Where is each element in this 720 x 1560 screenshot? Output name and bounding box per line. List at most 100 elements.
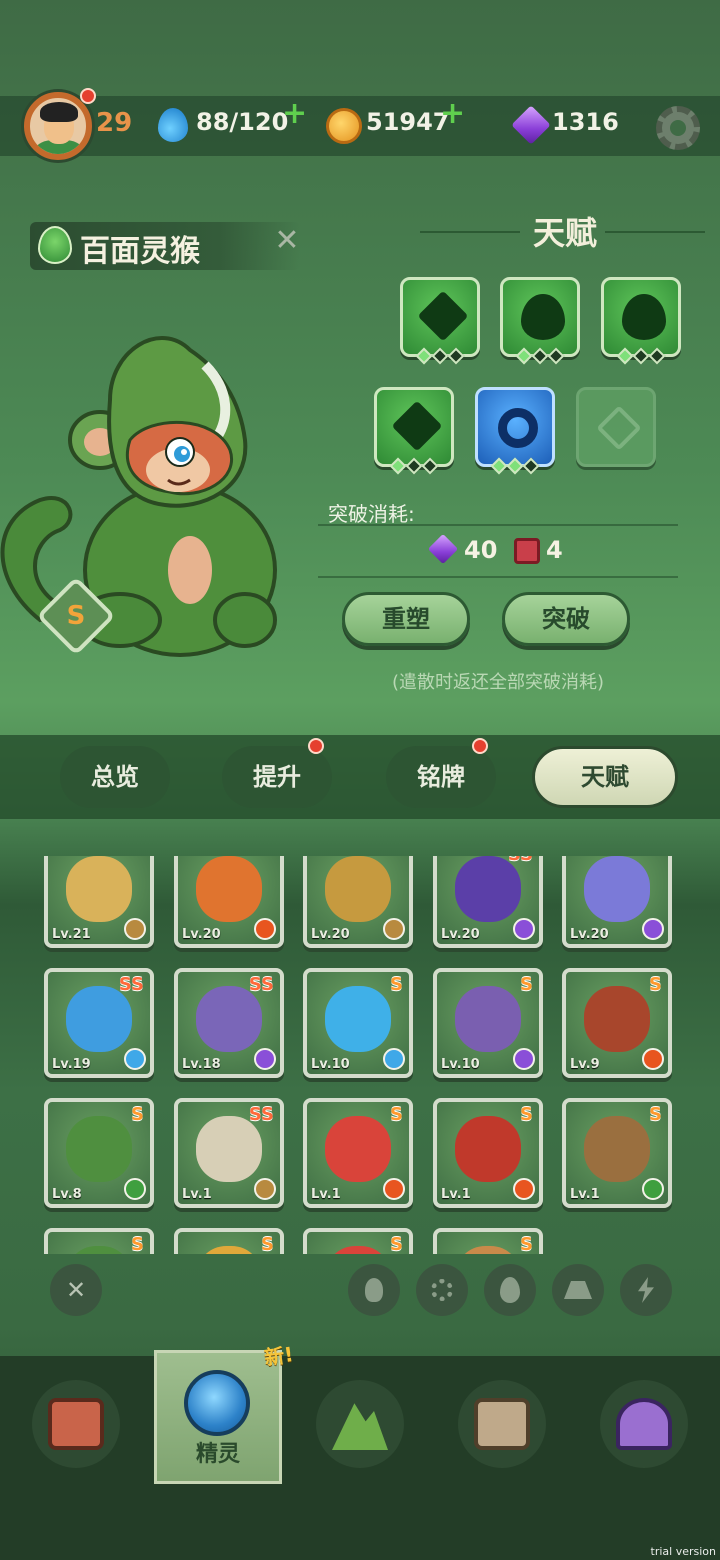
creature-level: Lv.20 bbox=[570, 927, 609, 942]
creature-portrait bbox=[455, 856, 521, 922]
creature-portrait bbox=[584, 1116, 650, 1182]
fire-element-icon bbox=[642, 1048, 664, 1070]
creature-card[interactable]: Lv.10 S bbox=[303, 968, 413, 1078]
talent-slot-1[interactable] bbox=[400, 277, 480, 357]
avatar-notification-dot bbox=[80, 88, 96, 104]
coin-add-button[interactable]: + bbox=[440, 96, 465, 131]
reshape-button[interactable]: 重塑 bbox=[342, 592, 470, 646]
creature-portrait bbox=[66, 856, 132, 922]
mountain-icon bbox=[332, 1403, 388, 1450]
creature-level: Lv.1 bbox=[182, 1187, 212, 1202]
player-avatar[interactable] bbox=[24, 92, 92, 160]
talent-slot-3[interactable] bbox=[601, 277, 681, 357]
creature-rank: SS bbox=[248, 974, 274, 995]
creature-card[interactable]: Lv.20 SS bbox=[433, 856, 543, 948]
earth-element-icon bbox=[383, 918, 405, 940]
talent-slot-6-locked bbox=[576, 387, 656, 467]
creature-card[interactable]: Lv.10 S bbox=[433, 968, 543, 1078]
creature-card[interactable]: Lv.1 SS bbox=[174, 1098, 284, 1208]
breakthrough-button[interactable]: 突破 bbox=[502, 592, 630, 646]
creature-level: Lv.18 bbox=[182, 1057, 221, 1072]
creature-portrait bbox=[196, 856, 262, 922]
nature-element-icon bbox=[38, 226, 72, 264]
creature-card[interactable]: Lv.1 S bbox=[562, 1098, 672, 1208]
creature-portrait bbox=[325, 856, 391, 922]
creature-level: Lv.1 bbox=[311, 1187, 341, 1202]
nature-filter-icon[interactable] bbox=[484, 1264, 536, 1316]
nav-inventory[interactable] bbox=[458, 1380, 546, 1468]
creature-card[interactable]: Lv.21 bbox=[44, 856, 154, 948]
creature-card[interactable]: Lv.1 S bbox=[433, 1098, 543, 1208]
ring-talent-icon bbox=[498, 408, 538, 448]
creature-level: Lv.20 bbox=[311, 927, 350, 942]
tab-overview[interactable]: 总览 bbox=[60, 746, 170, 808]
creature-rank: S bbox=[649, 1104, 662, 1125]
creature-rank: S bbox=[390, 1234, 403, 1254]
creature-card[interactable]: Lv.9 S bbox=[562, 968, 672, 1078]
creature-portrait bbox=[325, 1246, 391, 1254]
creature-level: Lv.19 bbox=[52, 1057, 91, 1072]
creature-portrait bbox=[455, 1116, 521, 1182]
tab-talent[interactable]: 天赋 bbox=[532, 746, 678, 808]
coin-value: 51947 bbox=[366, 108, 450, 136]
close-icon[interactable]: ✕ bbox=[270, 224, 304, 258]
creature-name: 百面灵猴 bbox=[80, 234, 200, 269]
tab-nameplate-badge bbox=[472, 738, 488, 754]
creature-level: Lv.1 bbox=[441, 1187, 471, 1202]
cost-gem-icon bbox=[427, 533, 459, 565]
creature-card[interactable]: Lv.18 SS bbox=[174, 968, 284, 1078]
ice-filter-icon[interactable] bbox=[416, 1264, 468, 1316]
talent-slot-4-pips bbox=[389, 457, 439, 475]
creature-portrait bbox=[584, 986, 650, 1052]
creature-card[interactable]: Lv.19 SS bbox=[44, 968, 154, 1078]
talent-book-icon bbox=[514, 538, 540, 564]
creature-card[interactable]: Lv.20 bbox=[174, 856, 284, 948]
thunder-element-icon bbox=[642, 918, 664, 940]
drop-talent-icon bbox=[622, 294, 666, 340]
nav-map[interactable] bbox=[600, 1380, 688, 1468]
creature-portrait bbox=[66, 1116, 132, 1182]
creature-card[interactable]: S bbox=[174, 1228, 284, 1254]
settings-gear-icon[interactable] bbox=[656, 106, 700, 150]
nav-adventure[interactable] bbox=[316, 1380, 404, 1468]
creature-roster-grid: Lv.21Lv.20Lv.20Lv.20SSLv.20Lv.19SSLv.18S… bbox=[44, 856, 676, 1254]
creature-rank: S bbox=[131, 1234, 144, 1254]
fire-filter-icon[interactable] bbox=[348, 1264, 400, 1316]
nav-shop[interactable] bbox=[32, 1380, 120, 1468]
new-badge: 新! bbox=[262, 1342, 295, 1370]
earth-element-icon bbox=[124, 918, 146, 940]
creature-rank: S bbox=[520, 1234, 533, 1254]
creature-rank: S bbox=[520, 974, 533, 995]
earth-element-icon bbox=[254, 1178, 276, 1200]
earth-filter-icon[interactable] bbox=[552, 1264, 604, 1316]
tab-upgrade[interactable]: 提升 bbox=[222, 746, 332, 808]
energy-drop-icon bbox=[158, 108, 188, 142]
creature-card[interactable]: Lv.20 bbox=[562, 856, 672, 948]
creature-card[interactable]: S bbox=[433, 1228, 543, 1254]
tab-nameplate[interactable]: 铭牌 bbox=[386, 746, 496, 808]
map-pin-icon bbox=[616, 1398, 672, 1450]
creature-card[interactable]: Lv.8 S bbox=[44, 1098, 154, 1208]
creature-card[interactable]: Lv.20 bbox=[303, 856, 413, 948]
thunder-element-icon bbox=[513, 918, 535, 940]
talent-slot-4[interactable] bbox=[374, 387, 454, 467]
creature-rank: S bbox=[390, 1104, 403, 1125]
clear-filter-icon[interactable]: ✕ bbox=[50, 1264, 102, 1316]
thunder-element-icon bbox=[254, 1048, 276, 1070]
creature-level: Lv.20 bbox=[182, 927, 221, 942]
creature-portrait bbox=[196, 986, 262, 1052]
cost-gem-value: 40 bbox=[464, 536, 498, 564]
creature-card[interactable]: S bbox=[303, 1228, 413, 1254]
talent-slot-2-pips bbox=[515, 347, 565, 365]
creature-card[interactable]: S bbox=[44, 1228, 154, 1254]
talent-slot-5[interactable] bbox=[475, 387, 555, 467]
rank-letter: S bbox=[66, 601, 86, 631]
talent-slot-2[interactable] bbox=[500, 277, 580, 357]
thunder-filter-icon[interactable] bbox=[620, 1264, 672, 1316]
nav-spirit-label: 精灵 bbox=[195, 1442, 240, 1467]
talent-title: 天赋 bbox=[532, 214, 597, 252]
energy-add-button[interactable]: + bbox=[282, 96, 307, 131]
creature-card[interactable]: Lv.1 S bbox=[303, 1098, 413, 1208]
creature-portrait bbox=[455, 1246, 521, 1254]
creature-rank: S bbox=[520, 1104, 533, 1125]
